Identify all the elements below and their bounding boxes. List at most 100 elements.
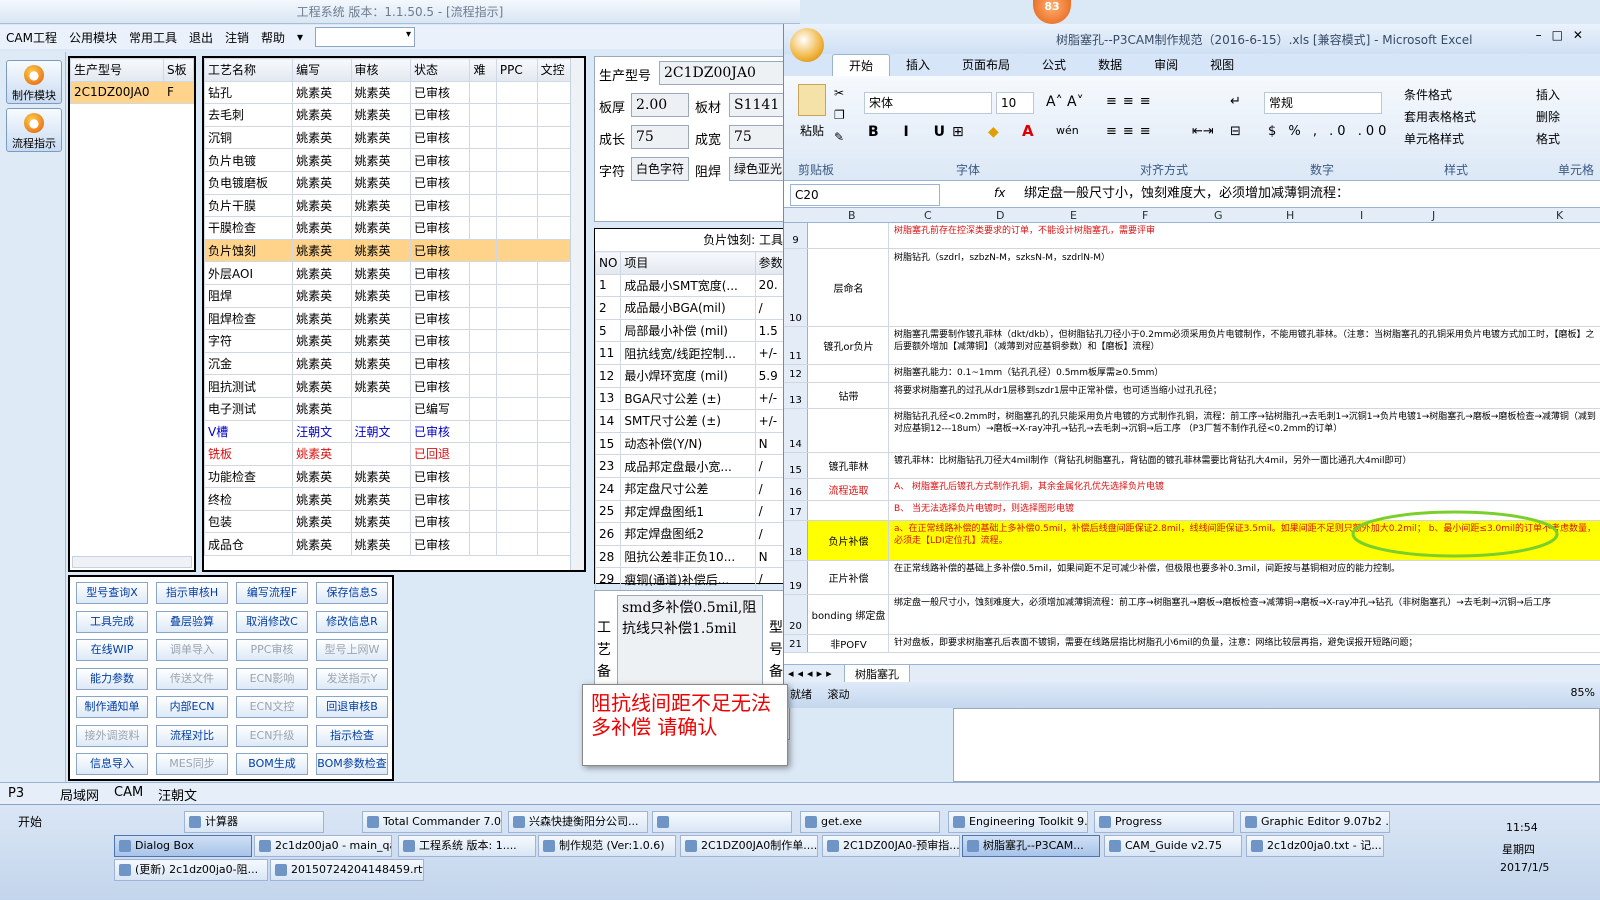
- table-row[interactable]: 11 阻抗线宽/线距控制... +/-: [594, 341, 790, 365]
- conditional-format-button[interactable]: 条件格式: [1404, 86, 1452, 103]
- font-name-select[interactable]: 宋体: [864, 92, 992, 114]
- menu-help[interactable]: 帮助: [261, 29, 285, 46]
- cell-c[interactable]: A、 树脂塞孔后镀孔方式制作孔铜，其余金属化孔优先选择负片电镀: [890, 479, 1600, 500]
- column-header[interactable]: C: [924, 209, 932, 222]
- table-row[interactable]: 终检 姚素英 姚素英 已审核: [203, 487, 585, 511]
- menu-logout[interactable]: 注销: [225, 29, 249, 46]
- tab-cam[interactable]: CAM: [114, 785, 143, 800]
- taskbar-item[interactable]: (更新) 2c1dz00ja0-阻...: [114, 859, 268, 881]
- action-button[interactable]: ECN升级: [236, 724, 308, 747]
- action-button[interactable]: ECN文控: [236, 696, 308, 718]
- material-field[interactable]: S1141: [729, 93, 789, 117]
- border-icon[interactable]: ⊞: [952, 124, 964, 140]
- table-row[interactable]: 29 瘦铜(通道)补偿后... /: [594, 567, 790, 591]
- action-button[interactable]: 流程对比: [156, 724, 228, 747]
- ribbon-tab[interactable]: 开始: [832, 54, 891, 76]
- table-row[interactable]: 1 成品最小SMT宽度(... 20.: [594, 273, 790, 298]
- insert-cells-button[interactable]: 插入: [1536, 86, 1560, 103]
- taskbar-item[interactable]: 制作规范 (Ver:1.0.6): [538, 835, 676, 857]
- action-button[interactable]: PPC审核: [236, 639, 308, 661]
- taskbar-item[interactable]: 2C1DZ00JA0-预审指...: [822, 835, 960, 857]
- table-row[interactable]: V槽 汪朝文 汪朝文 已审核: [203, 419, 585, 444]
- table-row[interactable]: 阻焊 姚素英 姚素英 已审核: [203, 283, 585, 308]
- mask-field[interactable]: 绿色亚光: [729, 157, 789, 181]
- menu-dropdown[interactable]: ▾: [297, 30, 303, 44]
- taskbar-item[interactable]: get.exe: [800, 811, 940, 833]
- action-button[interactable]: 调单导入: [156, 639, 228, 661]
- cell-b[interactable]: 层命名: [809, 249, 889, 326]
- col-process[interactable]: 工艺名称: [203, 58, 294, 82]
- action-button[interactable]: 保存信息S: [316, 582, 388, 604]
- toolbar-combo[interactable]: [315, 27, 416, 47]
- menu-exit[interactable]: 退出: [189, 29, 213, 46]
- table-row[interactable]: 14 SMT尺寸公差 (±) +/-: [594, 409, 790, 433]
- col-reviewer[interactable]: 审核: [350, 58, 412, 82]
- cell-b[interactable]: [809, 409, 889, 452]
- paste-icon[interactable]: [798, 84, 826, 116]
- format-as-table-button[interactable]: 套用表格格式: [1404, 108, 1476, 125]
- table-row[interactable]: 26 邦定焊盘图纸2/: [594, 522, 790, 546]
- row-number[interactable]: 21: [784, 635, 808, 652]
- cell-b[interactable]: [809, 501, 889, 520]
- taskbar-item[interactable]: Engineering Toolkit 9....: [948, 811, 1088, 833]
- taskbar-item[interactable]: 兴森快捷衡阳分公司...: [508, 811, 648, 833]
- table-row[interactable]: 13 BGA尺寸公差 (±) +/-: [594, 386, 790, 411]
- row-number[interactable]: 10: [784, 249, 808, 326]
- number-format-select[interactable]: 常规: [1264, 92, 1382, 114]
- site-select[interactable]: P3: [8, 786, 24, 801]
- action-button[interactable]: BOM参数检查: [316, 753, 388, 775]
- table-row[interactable]: 字符 姚素英 姚素英 已审核: [203, 329, 585, 353]
- action-button[interactable]: 叠层验算: [156, 610, 228, 633]
- h-scrollbar[interactable]: [72, 556, 192, 568]
- menu-common-module[interactable]: 公用模块: [69, 29, 117, 46]
- table-row[interactable]: 25 邦定焊盘图纸1/: [594, 499, 790, 524]
- grow-font-icon[interactable]: A˄ A˅: [1046, 94, 1084, 110]
- taskbar-item[interactable]: CAM_Guide v2.75: [1104, 835, 1242, 857]
- thickness-field[interactable]: 2.00: [631, 93, 689, 117]
- row-number[interactable]: 18: [784, 521, 808, 560]
- cell-b[interactable]: [809, 365, 889, 382]
- column-header[interactable]: J: [1432, 209, 1435, 222]
- phonetic-icon[interactable]: wén: [1056, 124, 1079, 137]
- action-button[interactable]: 内部ECN: [156, 696, 228, 718]
- align-vertical-icon[interactable]: ≡≡≡: [1106, 94, 1157, 109]
- table-row[interactable]: 2C1DZ00JA0 F: [70, 80, 194, 105]
- row-number[interactable]: 14: [784, 409, 808, 452]
- taskbar-item[interactable]: Dialog Box: [114, 835, 252, 857]
- sheet-tab[interactable]: 树脂塞孔: [844, 664, 910, 684]
- table-row[interactable]: 干膜检查 姚素英 姚素英 已审核: [203, 216, 585, 240]
- table-row[interactable]: 去毛刺 姚素英 姚素英 已审核: [203, 103, 585, 127]
- cell-b[interactable]: 负片补偿: [809, 521, 889, 560]
- column-header[interactable]: I: [1360, 209, 1363, 222]
- width-field[interactable]: 75: [729, 125, 789, 149]
- tab-lan[interactable]: 局域网: [60, 785, 99, 804]
- cut-icon[interactable]: ✂: [834, 86, 844, 100]
- column-header[interactable]: B: [848, 209, 856, 222]
- copy-icon[interactable]: ❐: [834, 108, 845, 122]
- action-button[interactable]: 编写流程F: [236, 582, 308, 604]
- taskbar-item[interactable]: 计算器: [184, 811, 324, 833]
- action-button[interactable]: 工具完成: [76, 610, 148, 633]
- zoom-level[interactable]: 85%: [1571, 686, 1595, 699]
- table-row[interactable]: 负电镀磨板 姚素英 姚素英 已审核: [203, 170, 585, 195]
- cell-b[interactable]: bonding 绑定盘: [809, 595, 889, 634]
- cell-c[interactable]: 树脂塞孔能力：0.1~1mm（钻孔孔径）0.5mm板厚需≥0.5mm）: [890, 365, 1600, 382]
- sheet-nav-icon[interactable]: ◂◂◂▸▸: [788, 667, 836, 680]
- bold-italic-underline-icon[interactable]: B I U: [868, 124, 955, 140]
- delete-cells-button[interactable]: 删除: [1536, 108, 1560, 125]
- action-button[interactable]: BOM生成: [236, 753, 308, 775]
- col-ppc[interactable]: PPC: [495, 58, 538, 82]
- table-row[interactable]: 5 局部最小补偿 (mil) 1.5: [594, 318, 790, 343]
- cell-b[interactable]: 流程选取: [809, 479, 889, 500]
- row-number[interactable]: 12: [784, 365, 808, 382]
- wrap-text-icon[interactable]: ↵: [1230, 94, 1241, 109]
- align-horizontal-icon[interactable]: ≡≡≡: [1106, 124, 1157, 139]
- action-button[interactable]: 指示审核H: [156, 582, 228, 604]
- cell-styles-button[interactable]: 单元格样式: [1404, 130, 1464, 147]
- column-header[interactable]: K: [1556, 209, 1563, 222]
- action-button[interactable]: MES同步: [156, 753, 228, 775]
- table-row[interactable]: 12 最小焊环宽度 (mil) 5.9: [594, 363, 790, 388]
- table-row[interactable]: 28 阻抗公差非正负10... N: [594, 544, 790, 569]
- cell-b[interactable]: 镀孔or负片: [809, 327, 889, 364]
- action-button[interactable]: 指示检查: [316, 724, 388, 747]
